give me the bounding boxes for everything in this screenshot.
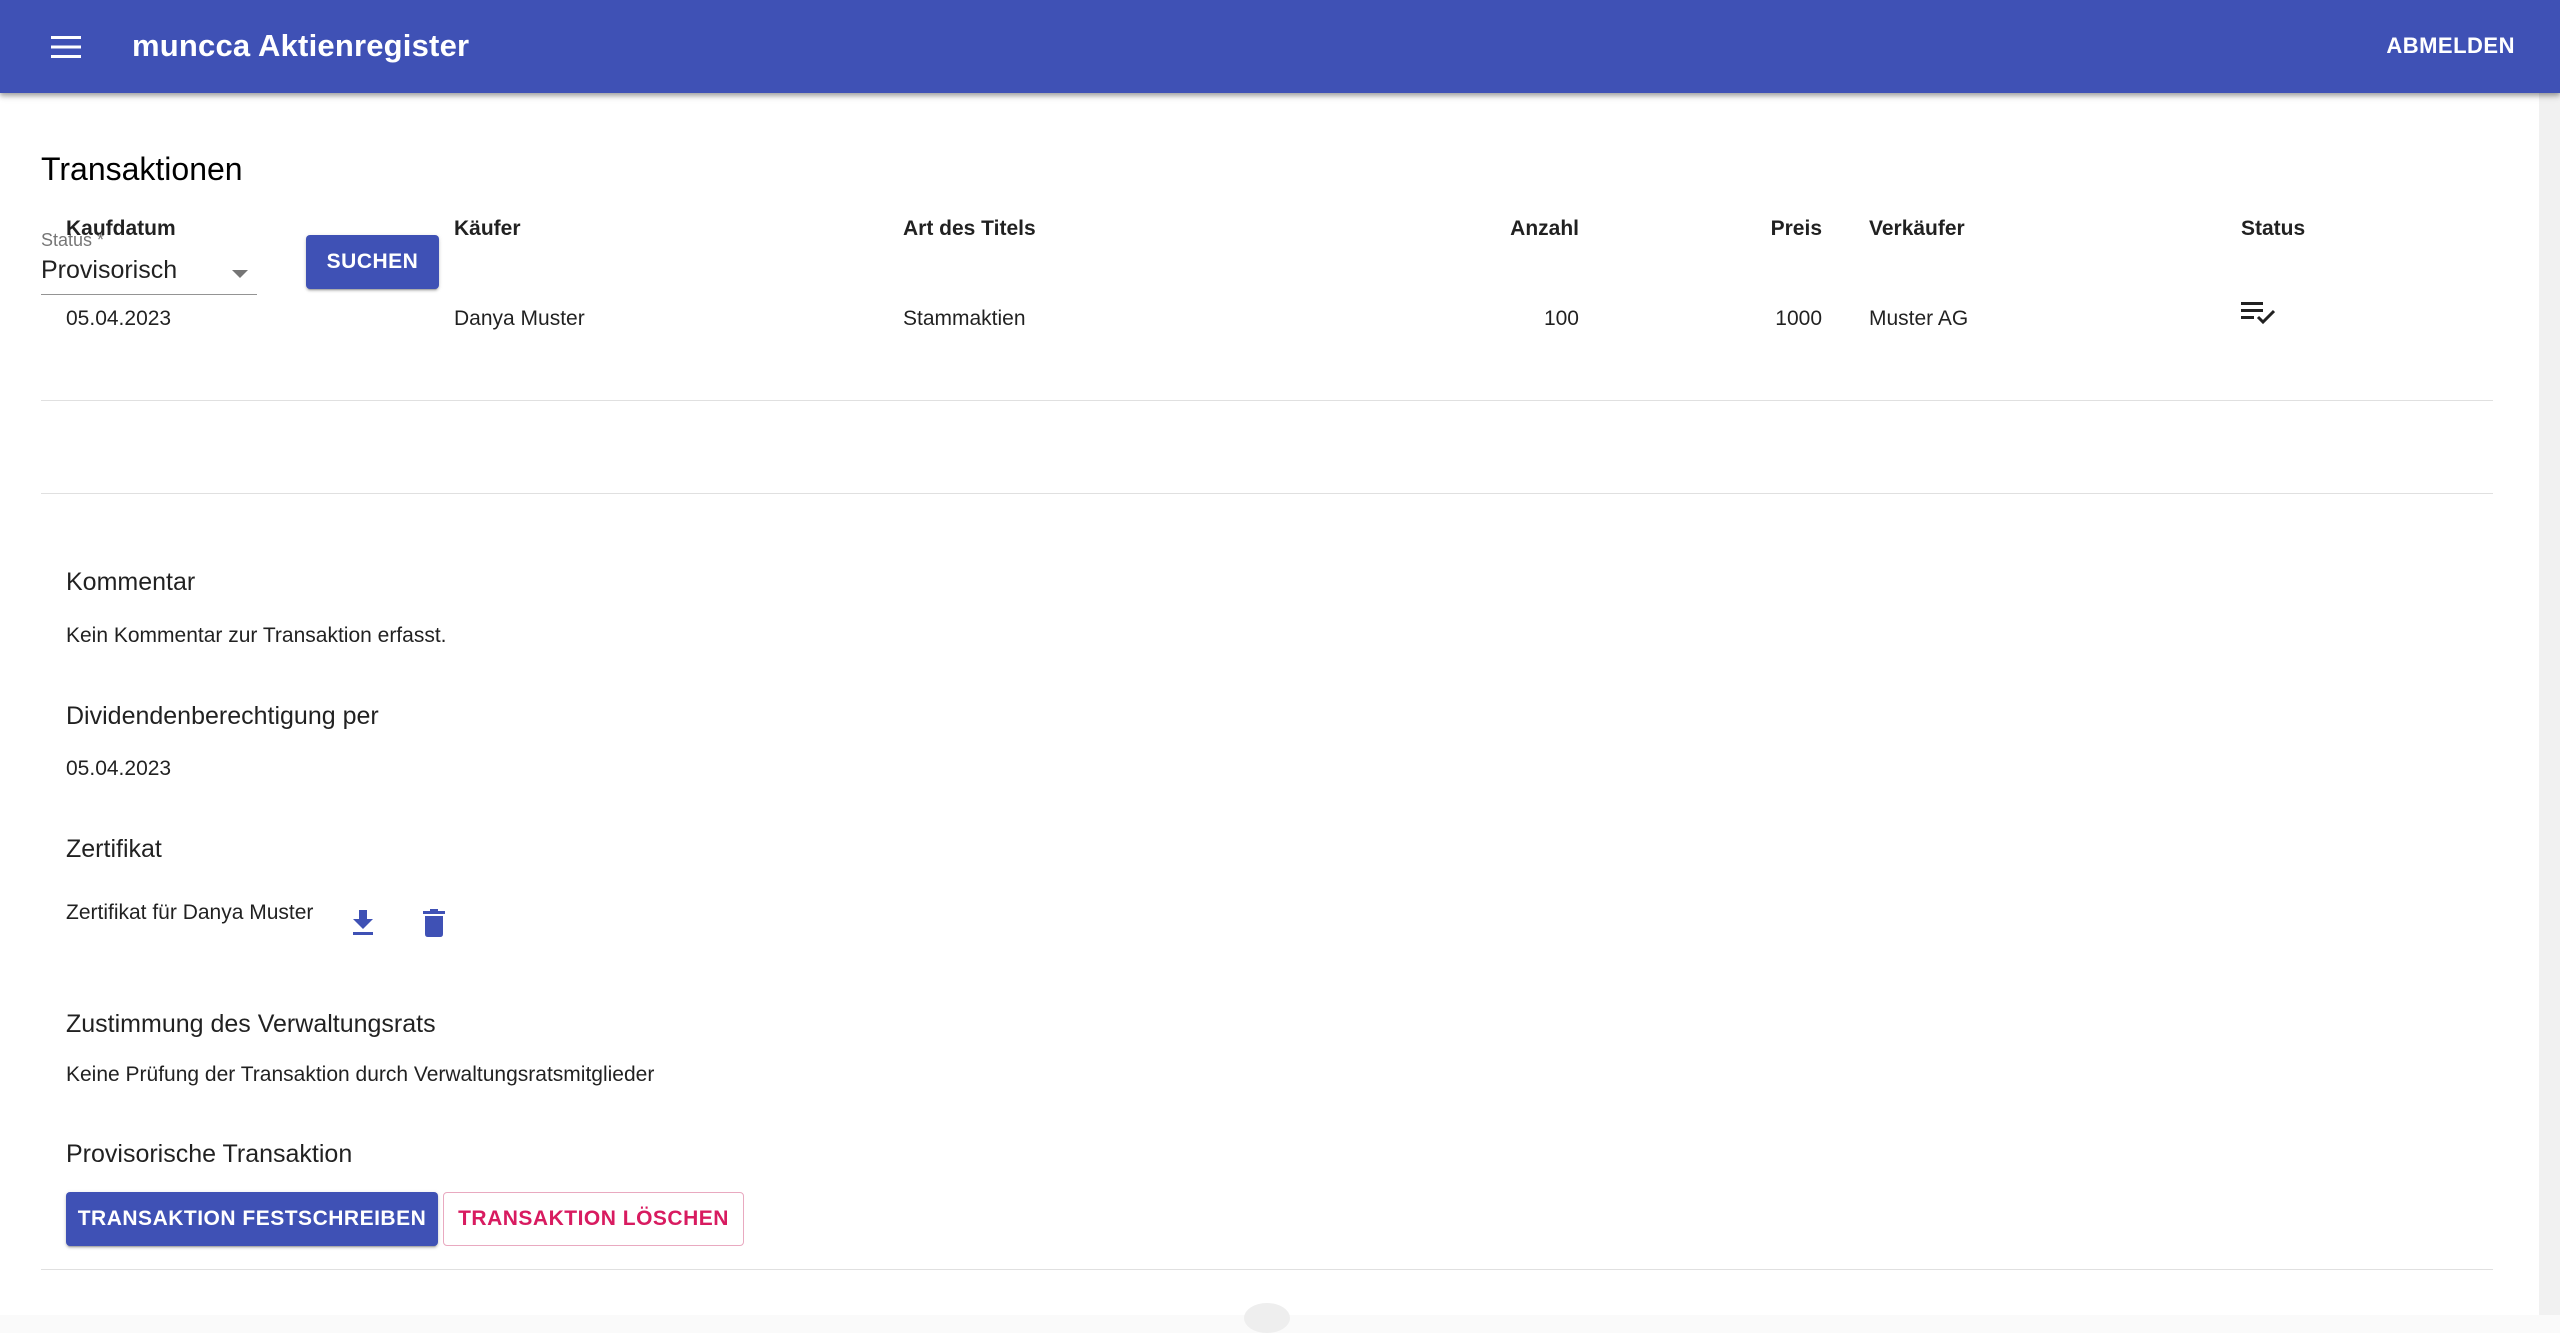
menu-button[interactable] bbox=[42, 24, 90, 70]
column-header-verkaeufer[interactable]: Verkäufer bbox=[1869, 217, 1965, 241]
search-button[interactable]: SUCHEN bbox=[306, 235, 439, 289]
column-header-anzahl[interactable]: Anzahl bbox=[1400, 217, 1579, 241]
column-header-status[interactable]: Status bbox=[2241, 217, 2305, 241]
row-divider bbox=[41, 493, 2493, 494]
dropdown-arrow-icon bbox=[232, 270, 248, 278]
dividende-date: 05.04.2023 bbox=[66, 757, 172, 780]
page-title: Transaktionen bbox=[41, 151, 243, 187]
app-bar: muncca Aktienregister ABMELDEN bbox=[0, 0, 2560, 93]
cell-kaufdatum: 05.04.2023 bbox=[66, 307, 172, 330]
download-certificate-button[interactable] bbox=[343, 903, 383, 943]
app-title: muncca Aktienregister bbox=[132, 28, 470, 63]
status-value: Provisorisch bbox=[41, 256, 178, 284]
zustimmung-text: Keine Prüfung der Transaktion durch Verw… bbox=[66, 1063, 655, 1086]
status-action-button[interactable] bbox=[2238, 293, 2278, 333]
header-divider bbox=[41, 400, 2493, 401]
menu-icon bbox=[51, 36, 81, 58]
column-header-kaufdatum[interactable]: Kaufdatum bbox=[66, 217, 176, 241]
cell-preis: 1000 bbox=[1775, 307, 1822, 330]
provisorisch-heading: Provisorische Transaktion bbox=[66, 1140, 353, 1168]
paginator-handle[interactable] bbox=[1244, 1303, 1290, 1333]
cell-anzahl: 100 bbox=[1543, 307, 1579, 330]
section-divider bbox=[41, 1269, 2493, 1270]
download-icon bbox=[353, 910, 373, 935]
cell-kaeufer: Danya Muster bbox=[454, 307, 585, 330]
cell-verkaeufer: Muster AG bbox=[1869, 307, 1969, 330]
column-header-preis[interactable]: Preis bbox=[1640, 217, 1822, 241]
zertifikat-heading: Zertifikat bbox=[66, 835, 162, 863]
column-header-art[interactable]: Art des Titels bbox=[903, 217, 1036, 241]
kommentar-heading: Kommentar bbox=[66, 568, 196, 596]
column-header-kaeufer[interactable]: Käufer bbox=[454, 217, 521, 241]
zustimmung-heading: Zustimmung des Verwaltungsrats bbox=[66, 1010, 436, 1038]
dividende-heading: Dividendenberechtigung per bbox=[66, 702, 379, 730]
logout-button[interactable]: ABMELDEN bbox=[2386, 33, 2515, 59]
trash-icon bbox=[423, 909, 445, 937]
status-underline bbox=[41, 294, 257, 295]
cell-art: Stammaktien bbox=[903, 307, 1026, 330]
scrollbar[interactable] bbox=[2539, 93, 2560, 1315]
playlist-check-icon bbox=[2241, 302, 2275, 325]
commit-transaction-button[interactable]: TRANSAKTION FESTSCHREIBEN bbox=[66, 1192, 438, 1246]
delete-certificate-button[interactable] bbox=[414, 903, 454, 943]
delete-transaction-button[interactable]: TRANSAKTION LÖSCHEN bbox=[443, 1192, 744, 1246]
kommentar-text: Kein Kommentar zur Transaktion erfasst. bbox=[66, 624, 447, 647]
main-content: Transaktionen Status * Provisorisch SUCH… bbox=[0, 93, 2539, 1333]
zertifikat-text: Zertifikat für Danya Muster bbox=[66, 901, 314, 924]
